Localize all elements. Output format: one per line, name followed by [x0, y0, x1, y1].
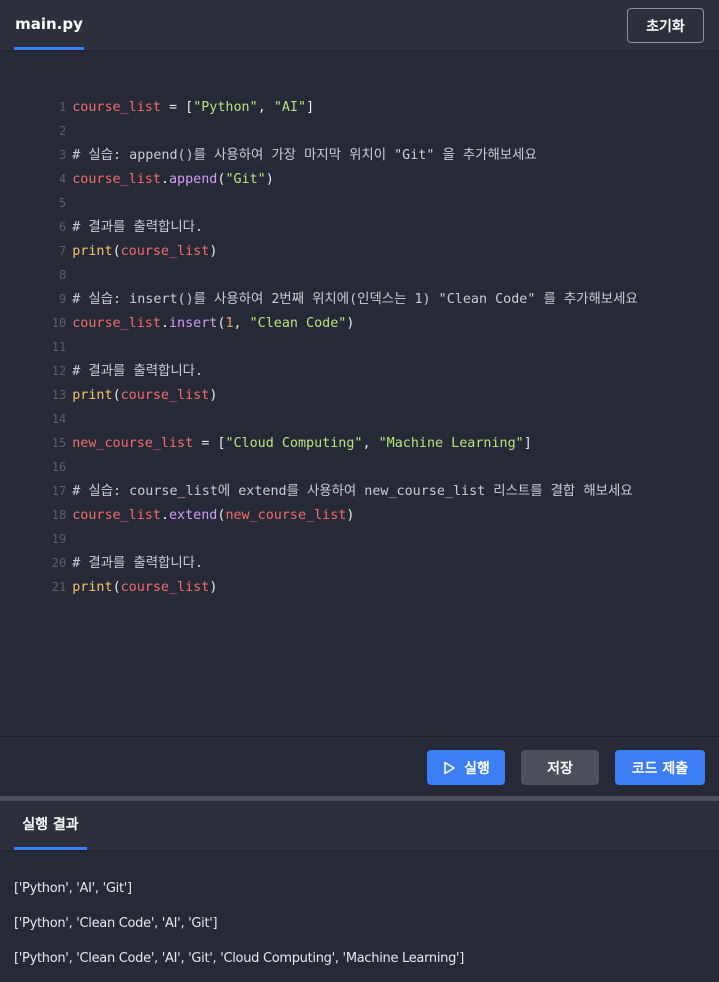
code-line: 5 [0, 167, 719, 210]
editor-toolbar: 실행 저장 코드 제출 [0, 736, 719, 797]
code-line: 3 # 실습: append()를 사용하여 가장 마지막 위치이 "Git" 을… [0, 119, 719, 163]
code-line: 10 course_list.insert(1, "Clean Code") [0, 287, 719, 331]
code-line: 9 # 실습: insert()를 사용하여 2번째 위치에(인덱스는 1) "C… [0, 263, 719, 307]
code-line: 19 [0, 503, 719, 546]
code-editor[interactable]: 1 course_list = ["Python", "AI"] 2 3 # 실습:… [0, 51, 719, 736]
code-line: 1 course_list = ["Python", "AI"] [0, 71, 719, 115]
play-icon [444, 761, 455, 774]
code-line: 15 new_course_list = ["Cloud Computing", … [0, 407, 719, 451]
result-header: 실행 결과 [0, 801, 719, 851]
code-line: 18 course_list.extend(new_course_list) [0, 479, 719, 523]
code-token: print [72, 580, 113, 595]
code-line: 16 [0, 431, 719, 474]
code-token: course_list [120, 580, 210, 595]
reset-button[interactable]: 초기화 [627, 8, 704, 43]
output-console: ['Python', 'AI', 'Git'] ['Python', 'Clea… [0, 851, 719, 982]
editor-header: main.py 초기화 [0, 0, 719, 51]
code-line: 12 # 결과를 출력합니다. [0, 335, 719, 379]
code-token: ( [112, 580, 121, 595]
line-number: 21 [51, 580, 67, 594]
save-button[interactable]: 저장 [521, 750, 599, 785]
code-line: 7 print(course_list) [0, 215, 719, 259]
code-line: 4 course_list.append("Git") [0, 143, 719, 187]
submit-code-button[interactable]: 코드 제출 [615, 750, 705, 785]
code-line: 21 print(course_list) [0, 551, 719, 595]
code-line: 2 [0, 95, 719, 138]
output-line: ['Python', 'AI', 'Git'] [14, 881, 132, 896]
tab-run-result[interactable]: 실행 결과 [14, 801, 87, 850]
tab-main-py[interactable]: main.py [14, 0, 84, 50]
code-line: 14 [0, 383, 719, 426]
code-line: 20 # 결과를 출력합니다. [0, 527, 719, 571]
code-line: 13 print(course_list) [0, 359, 719, 403]
output-line: ['Python', 'Clean Code', 'AI', 'Git', 'C… [14, 951, 465, 966]
code-line: 17 # 실습: course_list에 extend를 사용하여 new_co… [0, 455, 719, 499]
code-line: 6 # 결과를 출력합니다. [0, 191, 719, 235]
output-line: ['Python', 'Clean Code', 'AI', 'Git'] [14, 916, 218, 931]
code-token: ) [209, 580, 218, 595]
code-line: 11 [0, 311, 719, 354]
run-button-label: 실행 [464, 760, 490, 777]
code-line: 8 [0, 239, 719, 282]
run-button[interactable]: 실행 [427, 750, 505, 785]
